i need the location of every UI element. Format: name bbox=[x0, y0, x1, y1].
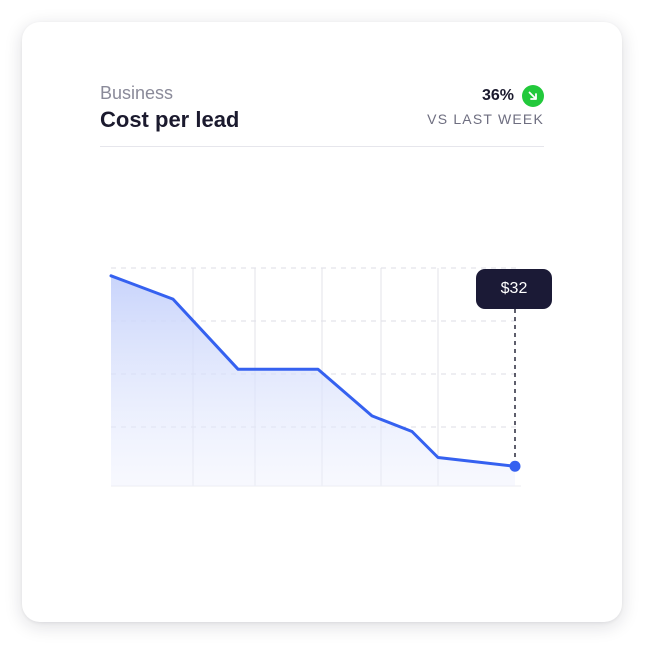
area-fill bbox=[111, 275, 515, 486]
value-tooltip: $32 bbox=[476, 269, 552, 309]
cost-per-lead-card: Business Cost per lead 36% VS LAST WEEK … bbox=[22, 22, 622, 622]
cost-per-lead-chart bbox=[109, 267, 521, 487]
highlight-point[interactable] bbox=[509, 460, 521, 472]
